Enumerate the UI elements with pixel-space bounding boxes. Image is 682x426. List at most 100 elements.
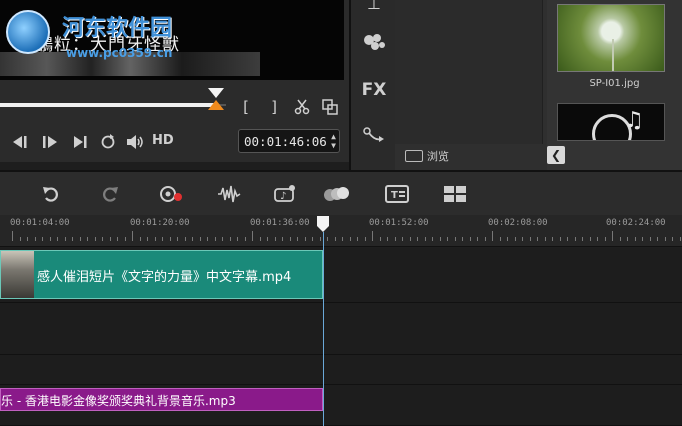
ruler-tick	[424, 237, 426, 241]
ruler-tick	[634, 237, 636, 241]
audio-clip-label: 乐 - 香港电影金像奖颁奖典礼背景音乐.mp3	[1, 394, 236, 408]
timecode-field[interactable]: 00:01:46:06 ▲ ▼	[238, 129, 340, 153]
sound-mixer-icon[interactable]	[215, 182, 243, 206]
ruler-tick	[34, 237, 36, 241]
title-icon[interactable]: ⊥	[351, 0, 397, 13]
ruler-tick	[327, 237, 328, 241]
ruler-tick	[454, 237, 456, 241]
ruler-tick	[169, 237, 171, 241]
ruler-tick	[199, 237, 201, 241]
ruler-tick	[529, 237, 531, 241]
svg-text:T: T	[391, 190, 398, 201]
library-media-list: SP-I01.jpg ♫	[547, 0, 682, 170]
watermark-url: www.pc0359.cn	[66, 46, 173, 60]
ruler-tick	[604, 237, 606, 241]
ruler-tick	[49, 237, 51, 241]
playhead-line	[323, 232, 324, 426]
ruler-tick	[642, 237, 643, 241]
ruler-tick	[237, 237, 238, 241]
ruler-tick	[87, 237, 88, 241]
ruler-tick	[109, 237, 111, 241]
ruler-tick	[162, 237, 163, 241]
ruler-tick	[522, 237, 523, 241]
media-thumbnail[interactable]	[557, 4, 665, 72]
ruler-tick	[304, 237, 306, 241]
graphic-icon[interactable]	[351, 32, 397, 56]
ruler-tick	[499, 237, 501, 241]
watermark: 河东软件园 www.pc0359.cn	[2, 8, 252, 62]
ruler-tick	[229, 237, 231, 241]
multi-camera-icon[interactable]	[441, 182, 469, 206]
ruler-tick	[192, 237, 193, 241]
ruler-tick	[139, 237, 141, 241]
ruler-label: 00:01:52:00	[369, 218, 429, 228]
ruler-tick	[244, 237, 246, 241]
copy-icon[interactable]	[318, 96, 342, 118]
dandelion-image	[612, 39, 614, 71]
ruler-tick	[64, 237, 66, 241]
collapse-library-button[interactable]: ❮	[547, 146, 565, 164]
ruler-tick	[94, 237, 96, 241]
undo-icon[interactable]	[37, 182, 65, 206]
ruler-tick	[147, 237, 148, 241]
timecode-spinner[interactable]: ▲ ▼	[331, 132, 336, 150]
hd-button[interactable]: HD	[152, 133, 174, 148]
step-back-icon[interactable]	[38, 131, 62, 153]
mark-out-button[interactable]: ]	[262, 96, 286, 118]
subtitle-editor-icon[interactable]: T	[383, 182, 411, 206]
video-clip-thumbnail	[1, 251, 34, 298]
ruler-tick	[612, 231, 613, 241]
fx-icon[interactable]: FX	[351, 80, 397, 100]
ruler-tick	[342, 237, 343, 241]
auto-music-icon[interactable]: ♪	[271, 182, 299, 206]
ruler-tick	[42, 237, 43, 241]
ruler-tick	[117, 237, 118, 241]
ruler-label: 00:01:36:00	[250, 218, 310, 228]
ruler-tick	[559, 237, 561, 241]
ruler-tick	[417, 237, 418, 241]
media-thumbnail-label: SP-I01.jpg	[589, 78, 640, 89]
watermark-site-name: 河东软件园	[62, 15, 173, 41]
redo-icon[interactable]	[96, 182, 124, 206]
media-thumbnail[interactable]: ♫	[557, 103, 665, 141]
audio-clip[interactable]: 乐 - 香港电影金像奖颁奖典礼背景音乐.mp3	[0, 388, 323, 411]
ruler-tick	[679, 237, 681, 241]
ruler-tick	[102, 237, 103, 241]
record-capture-icon[interactable]	[157, 182, 185, 206]
video-clip[interactable]: 感人催泪短片《文字的力量》中文字幕.mp4	[0, 250, 323, 299]
ruler-tick	[267, 237, 268, 241]
path-icon[interactable]	[351, 127, 397, 149]
play-icon[interactable]	[68, 131, 92, 153]
ruler-tick	[349, 237, 351, 241]
ruler-tick	[357, 237, 358, 241]
library-panel: 浏览 SP-I01.jpg ♫ ❮	[395, 0, 682, 170]
playhead-marker[interactable]	[317, 216, 329, 232]
ruler-tick	[259, 237, 261, 241]
tool-strip: ⊥ FX	[349, 0, 395, 170]
browse-folder-icon	[405, 150, 423, 162]
ruler-tick	[477, 237, 478, 241]
timeline-ruler[interactable]: 00:01:04:00 00:01:20:00 00:01:36:00 00:0…	[0, 215, 682, 247]
ruler-tick	[439, 237, 441, 241]
preview-panel: 鵬粒：大門牙怪獸 河东软件园 www.pc0359.cn [ ] HD 00:0…	[0, 0, 349, 162]
ruler-label: 00:02:24:00	[606, 218, 666, 228]
ruler-tick	[627, 237, 628, 241]
ruler-tick	[469, 237, 471, 241]
scrub-bar[interactable]	[0, 103, 216, 107]
ruler-tick	[364, 237, 366, 241]
overlay-track	[0, 303, 682, 355]
motion-tracking-icon[interactable]	[322, 182, 350, 206]
watermark-logo-icon	[6, 10, 50, 54]
repeat-icon[interactable]	[96, 131, 120, 153]
ruler-tick	[657, 237, 658, 241]
ruler-tick	[79, 237, 81, 241]
mark-in-button[interactable]: [	[234, 96, 258, 118]
scrub-handle[interactable]	[208, 88, 224, 112]
ruler-tick	[274, 237, 276, 241]
ruler-tick	[484, 237, 486, 241]
browse-button[interactable]: 浏览	[405, 148, 449, 164]
prev-clip-icon[interactable]	[10, 131, 34, 153]
scissors-icon[interactable]	[290, 96, 314, 118]
ruler-tick	[387, 237, 388, 241]
volume-icon[interactable]	[124, 131, 148, 153]
